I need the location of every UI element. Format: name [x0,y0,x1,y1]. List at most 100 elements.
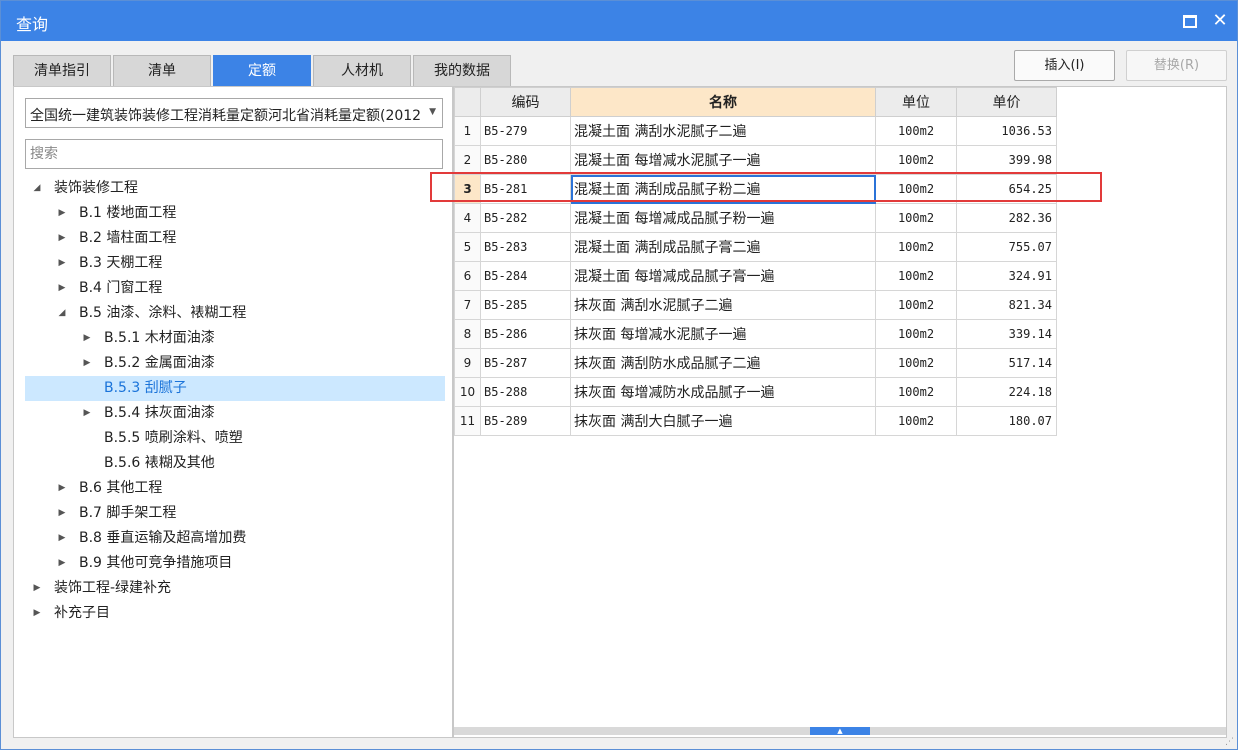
cell-name[interactable]: 抹灰面 满刮水泥腻子二遍 [570,290,876,320]
table-row[interactable]: 10 B5-288 抹灰面 每增减防水成品腻子一遍 100m2 224.18 [454,377,1057,407]
cell-code[interactable]: B5-285 [480,290,571,320]
library-select[interactable]: 全国统一建筑装饰装修工程消耗量定额河北省消耗量定额(2012) ▼ [25,98,443,128]
cell-name[interactable]: 混凝土面 满刮成品腻子膏二遍 [570,232,876,262]
expanded-icon[interactable]: ◢ [31,176,43,201]
cell-name[interactable]: 混凝土面 每增减成品腻子粉一遍 [570,203,876,233]
table-row[interactable]: 5 B5-283 混凝土面 满刮成品腻子膏二遍 100m2 755.07 [454,232,1057,262]
tab-list-guide[interactable]: 清单指引 [13,55,111,87]
collapsed-icon[interactable]: ▶ [31,601,43,626]
row-number[interactable]: 10 [454,377,481,407]
row-number[interactable]: 4 [454,203,481,233]
cell-name[interactable]: 混凝土面 满刮成品腻子粉二遍 [570,174,876,204]
collapsed-icon[interactable]: ▶ [56,226,68,251]
cell-unit[interactable]: 100m2 [875,116,957,146]
tree-item[interactable]: ▶ B.5.4 抹灰面油漆 [25,401,445,426]
collapsed-icon[interactable]: ▶ [56,551,68,576]
cell-code[interactable]: B5-287 [480,348,571,378]
cell-name[interactable]: 抹灰面 满刮大白腻子一遍 [570,406,876,436]
cell-price[interactable]: 224.18 [956,377,1057,407]
tree-item[interactable]: ◢ 装饰装修工程 [25,176,445,201]
cell-unit[interactable]: 100m2 [875,290,957,320]
row-number[interactable]: 8 [454,319,481,349]
cell-price[interactable]: 1036.53 [956,116,1057,146]
cell-code[interactable]: B5-283 [480,232,571,262]
tree-item[interactable]: ▶ 补充子目 [25,601,445,626]
table-row[interactable]: 3 B5-281 混凝土面 满刮成品腻子粉二遍 100m2 654.25 [454,174,1057,204]
cell-unit[interactable]: 100m2 [875,348,957,378]
table-row[interactable]: 6 B5-284 混凝土面 每增减成品腻子膏一遍 100m2 324.91 [454,261,1057,291]
cell-unit[interactable]: 100m2 [875,261,957,291]
tree-item[interactable]: ▶ B.1 楼地面工程 [25,201,445,226]
row-number[interactable]: 9 [454,348,481,378]
table-row[interactable]: 7 B5-285 抹灰面 满刮水泥腻子二遍 100m2 821.34 [454,290,1057,320]
tree-item[interactable]: ▶ B.5.2 金属面油漆 [25,351,445,376]
resize-grip-icon[interactable]: ⋰ [1225,737,1235,747]
row-number[interactable]: 6 [454,261,481,291]
tree-item[interactable]: ▶ B.4 门窗工程 [25,276,445,301]
collapsed-icon[interactable]: ▶ [81,401,93,426]
insert-button[interactable]: 插入(I) [1014,50,1115,81]
cell-code[interactable]: B5-279 [480,116,571,146]
cell-unit[interactable]: 100m2 [875,406,957,436]
tree-item[interactable]: B.5.3 刮腻子 [25,376,445,401]
cell-unit[interactable]: 100m2 [875,145,957,175]
tree-item[interactable]: B.5.5 喷刷涂料、喷塑 [25,426,445,451]
cell-name[interactable]: 抹灰面 每增减水泥腻子一遍 [570,319,876,349]
cell-price[interactable]: 180.07 [956,406,1057,436]
horizontal-scrollbar[interactable]: ▲ [454,727,1226,735]
tree-item[interactable]: ◢ B.5 油漆、涂料、裱糊工程 [25,301,445,326]
table-row[interactable]: 9 B5-287 抹灰面 满刮防水成品腻子二遍 100m2 517.14 [454,348,1057,378]
tree-item[interactable]: ▶ B.9 其他可竞争措施项目 [25,551,445,576]
collapsed-icon[interactable]: ▶ [56,251,68,276]
scrollbar-thumb[interactable]: ▲ [810,727,870,735]
cell-code[interactable]: B5-284 [480,261,571,291]
row-number[interactable]: 3 [454,174,481,204]
close-button[interactable]: ✕ [1208,9,1232,33]
row-number[interactable]: 2 [454,145,481,175]
header-code[interactable]: 编码 [480,87,571,117]
table-row[interactable]: 1 B5-279 混凝土面 满刮水泥腻子二遍 100m2 1036.53 [454,116,1057,146]
maximize-button[interactable] [1178,9,1202,33]
cell-price[interactable]: 821.34 [956,290,1057,320]
cell-price[interactable]: 324.91 [956,261,1057,291]
cell-unit[interactable]: 100m2 [875,232,957,262]
replace-button[interactable]: 替换(R) [1126,50,1227,81]
tree-item[interactable]: ▶ B.3 天棚工程 [25,251,445,276]
collapsed-icon[interactable]: ▶ [81,326,93,351]
cell-price[interactable]: 282.36 [956,203,1057,233]
cell-unit[interactable]: 100m2 [875,174,957,204]
tab-bill[interactable]: 清单 [113,55,211,87]
header-name[interactable]: 名称 [570,87,876,117]
collapsed-icon[interactable]: ▶ [56,526,68,551]
tab-labor-material-machine[interactable]: 人材机 [313,55,411,87]
row-number[interactable]: 7 [454,290,481,320]
cell-code[interactable]: B5-280 [480,145,571,175]
cell-name[interactable]: 混凝土面 满刮水泥腻子二遍 [570,116,876,146]
collapsed-icon[interactable]: ▶ [31,576,43,601]
tab-quota[interactable]: 定额 [213,55,311,87]
cell-price[interactable]: 755.07 [956,232,1057,262]
row-number[interactable]: 1 [454,116,481,146]
cell-name[interactable]: 混凝土面 每增减成品腻子膏一遍 [570,261,876,291]
table-row[interactable]: 8 B5-286 抹灰面 每增减水泥腻子一遍 100m2 339.14 [454,319,1057,349]
tree-item[interactable]: ▶ B.5.1 木材面油漆 [25,326,445,351]
cell-code[interactable]: B5-286 [480,319,571,349]
cell-code[interactable]: B5-282 [480,203,571,233]
tree-item[interactable]: ▶ B.6 其他工程 [25,476,445,501]
header-unit[interactable]: 单位 [875,87,957,117]
table-row[interactable]: 11 B5-289 抹灰面 满刮大白腻子一遍 100m2 180.07 [454,406,1057,436]
table-row[interactable]: 2 B5-280 混凝土面 每增减水泥腻子一遍 100m2 399.98 [454,145,1057,175]
table-row[interactable]: 4 B5-282 混凝土面 每增减成品腻子粉一遍 100m2 282.36 [454,203,1057,233]
row-number[interactable]: 11 [454,406,481,436]
tree-item[interactable]: ▶ B.8 垂直运输及超高增加费 [25,526,445,551]
tree-item[interactable]: ▶ 装饰工程-绿建补充 [25,576,445,601]
expanded-icon[interactable]: ◢ [56,301,68,326]
cell-name[interactable]: 混凝土面 每增减水泥腻子一遍 [570,145,876,175]
cell-price[interactable]: 399.98 [956,145,1057,175]
cell-unit[interactable]: 100m2 [875,203,957,233]
collapsed-icon[interactable]: ▶ [56,276,68,301]
cell-code[interactable]: B5-289 [480,406,571,436]
cell-price[interactable]: 339.14 [956,319,1057,349]
tree-item[interactable]: B.5.6 裱糊及其他 [25,451,445,476]
collapsed-icon[interactable]: ▶ [56,476,68,501]
